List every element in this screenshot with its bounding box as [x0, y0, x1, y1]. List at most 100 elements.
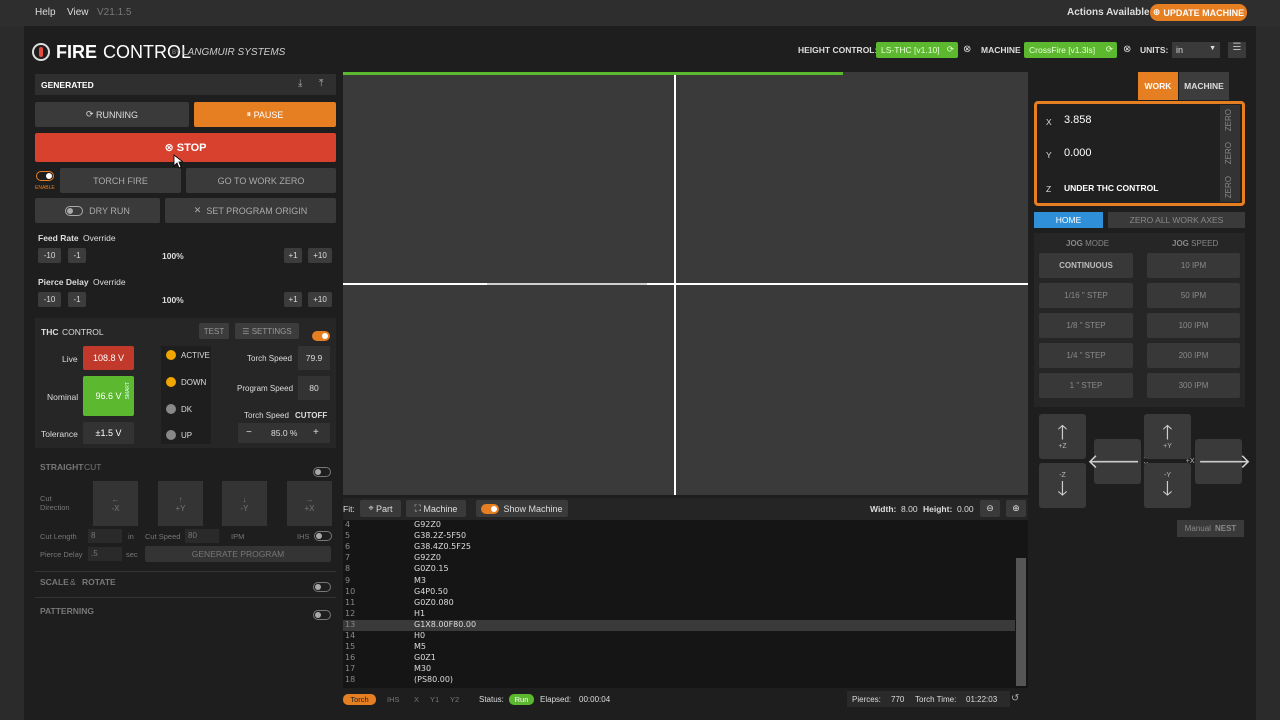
close-icon[interactable]: ⊗ [1123, 44, 1131, 55]
update-machine-button[interactable]: ⊕ UPDATE MACHINE [1150, 4, 1247, 21]
cut-length-input[interactable]: 8 [88, 529, 122, 543]
upload-icon[interactable]: ⤒ [319, 78, 323, 89]
gcode-line[interactable]: 9 M3 [343, 576, 1015, 587]
gcode-line[interactable]: 8 G0Z0.15 [343, 564, 1015, 575]
thc-tolerance-value[interactable]: ±1.5 V [83, 422, 134, 444]
zoom-in-icon[interactable]: ⊕ [1006, 500, 1026, 517]
pause-button[interactable]: ⏸ PAUSE [194, 102, 336, 127]
gcode-line[interactable]: 4 G92Z0 [343, 520, 1015, 531]
gcode-line[interactable]: 17 M30 [343, 664, 1015, 675]
jog-mode-button[interactable]: 1/4 " STEP [1039, 343, 1133, 368]
generate-program-button[interactable]: GENERATE PROGRAM [145, 546, 331, 562]
patterning-toggle[interactable] [313, 610, 331, 620]
zero-all-work-axes-button[interactable]: ZERO ALL WORK AXES [1108, 212, 1245, 228]
cutoff-plus-button[interactable]: + [313, 427, 319, 438]
jog-plus-y-button[interactable]: 🡑 +Y [1144, 414, 1191, 459]
cut-speed-input[interactable]: 80 [185, 529, 219, 543]
show-machine-button[interactable]: Show Machine [476, 500, 568, 517]
gcode-line[interactable]: 16 G0Z1 [343, 653, 1015, 664]
fit-machine-button[interactable]: ⛶ Machine [406, 500, 466, 517]
gcode-scrollbar[interactable] [1016, 558, 1026, 686]
gcode-line[interactable]: 6 G38.4Z0.5F25 [343, 542, 1015, 553]
fit-part-button[interactable]: ⌖ Part [360, 500, 401, 517]
divider [35, 571, 336, 572]
jog-speed-button[interactable]: 10 IPM [1147, 253, 1240, 278]
zero-y-button[interactable]: ZERO [1224, 142, 1233, 164]
jog-plus-x-button[interactable]: +X 🡒 [1186, 439, 1251, 484]
arrow-down-icon: 🡓 [1057, 478, 1068, 500]
dro-z-label: Z [1046, 184, 1052, 194]
gcode-line[interactable]: 18 (PS80.00) [343, 675, 1015, 686]
cut-dir-plus-y[interactable]: ↑ +Y [158, 481, 203, 526]
zero-z-button[interactable]: ZERO [1224, 176, 1233, 198]
feed-rate-plus-10[interactable]: +10 [308, 248, 332, 263]
gcode-line[interactable]: 10 G4P0.50 [343, 587, 1015, 598]
divider [35, 597, 336, 598]
jog-speed-button[interactable]: 50 IPM [1147, 283, 1240, 308]
jog-speed-button[interactable]: 200 IPM [1147, 343, 1240, 368]
set-program-origin-button[interactable]: ✕ SET PROGRAM ORIGIN [165, 198, 336, 223]
machine-badge[interactable]: CrossFire [v1.3ls] ⟳ [1024, 42, 1117, 58]
jog-mode-button[interactable]: 1 " STEP [1039, 373, 1133, 398]
running-button[interactable]: ⟳ RUNNING [35, 102, 189, 127]
gcode-line[interactable]: 5 G38.2Z-5F50 [343, 531, 1015, 542]
units-select[interactable]: in ▼ [1172, 42, 1220, 58]
cut-dir-minus-x[interactable]: ← -X [93, 481, 138, 526]
thc-enable-toggle[interactable] [312, 331, 330, 341]
jog-plus-z-button[interactable]: 🡑 +Z [1039, 414, 1086, 459]
gcode-line[interactable]: 14 H0 [343, 631, 1015, 642]
jog-minus-y-button[interactable]: -Y 🡓 [1144, 463, 1191, 508]
jog-minus-x-button[interactable]: 🡐-X [1087, 439, 1148, 484]
thc-test-button[interactable]: TEST [199, 323, 229, 339]
download-icon[interactable]: ⤓ [298, 78, 302, 89]
jog-minus-z-button[interactable]: -Z 🡓 [1039, 463, 1086, 508]
torch-fire-button[interactable]: TORCH FIRE [60, 168, 181, 193]
pierce-delay-input[interactable]: .5 [88, 547, 122, 561]
pierce-delay-minus-10[interactable]: -10 [38, 292, 61, 307]
jog-mode-button[interactable]: 1/8 " STEP [1039, 313, 1133, 338]
gcode-line[interactable]: 13 G1X8.00F80.00 [343, 619, 1015, 631]
go-to-work-zero-button[interactable]: GO TO WORK ZERO [186, 168, 336, 193]
pierce-delay-plus-1[interactable]: +1 [284, 292, 302, 307]
thc-settings-button[interactable]: ☰ SETTINGS [235, 323, 299, 339]
reset-icon[interactable]: ↺ [1011, 693, 1019, 704]
close-icon[interactable]: ⊗ [963, 44, 971, 55]
refresh-icon[interactable]: ⟳ [947, 44, 954, 55]
settings-menu-icon[interactable]: ☰ [1228, 42, 1246, 58]
height-control-badge[interactable]: LS-THC [v1.10] ⟳ [876, 42, 958, 58]
straight-cut-toggle[interactable] [313, 467, 331, 477]
manual-nest-button[interactable]: Manual NEST [1177, 520, 1244, 537]
refresh-icon[interactable]: ⟳ [1106, 44, 1113, 55]
jog-speed-button[interactable]: 100 IPM [1147, 313, 1240, 338]
pierce-delay-minus-1[interactable]: -1 [68, 292, 86, 307]
gcode-line[interactable]: 7 G92Z0 [343, 553, 1015, 564]
feed-rate-override-label: Override [83, 233, 116, 243]
scale-rotate-toggle[interactable] [313, 582, 331, 592]
gcode-line[interactable]: 11 G0Z0.080 [343, 598, 1015, 609]
jog-speed-button[interactable]: 300 IPM [1147, 373, 1240, 398]
gcode-line[interactable]: 12 H1 [343, 609, 1015, 620]
cut-dir-minus-y[interactable]: ↓ -Y [222, 481, 267, 526]
cut-dir-plus-x[interactable]: → +X [287, 481, 332, 526]
feed-rate-plus-1[interactable]: +1 [284, 248, 302, 263]
home-button[interactable]: HOME [1034, 212, 1103, 228]
tab-work[interactable]: WORK [1138, 72, 1178, 100]
jog-mode-button[interactable]: 1/16 " STEP [1039, 283, 1133, 308]
feed-rate-minus-10[interactable]: -10 [38, 248, 61, 263]
pierce-delay-plus-10[interactable]: +10 [308, 292, 332, 307]
arrow-up-icon: ↑ [178, 494, 183, 504]
thc-nominal-value[interactable]: 96.6 V SMART [83, 376, 134, 416]
feed-rate-minus-1[interactable]: -1 [68, 248, 86, 263]
stop-button[interactable]: ⊗ STOP [35, 133, 336, 162]
zero-x-button[interactable]: ZERO [1224, 109, 1233, 131]
jog-mode-button[interactable]: CONTINUOUS [1039, 253, 1133, 278]
ihs-toggle[interactable] [314, 531, 332, 541]
zoom-out-icon[interactable]: ⊖ [980, 500, 1000, 517]
enable-toggle[interactable] [36, 171, 54, 181]
menu-view[interactable]: View [67, 7, 89, 18]
cutoff-minus-button[interactable]: − [246, 427, 252, 438]
tab-machine[interactable]: MACHINE [1179, 72, 1229, 100]
menu-help[interactable]: Help [35, 7, 56, 18]
dry-run-button[interactable]: DRY RUN [35, 198, 160, 223]
gcode-line[interactable]: 15 M5 [343, 642, 1015, 653]
